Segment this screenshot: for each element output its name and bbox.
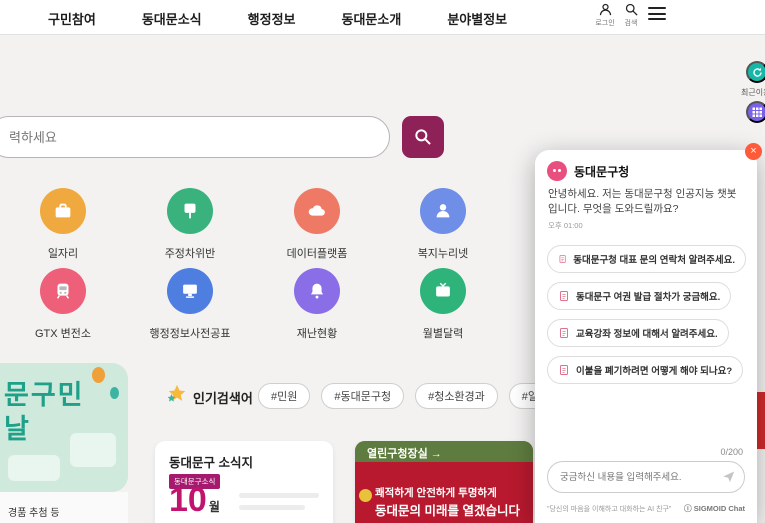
mayor-card-header[interactable]: 열린구청장실 → [355,441,533,462]
hamburger-menu-icon[interactable] [648,7,666,20]
chat-quick-reply-education[interactable]: 교육강좌 정보에 대해서 알려주세요. [547,319,729,347]
grid-icon [751,106,763,118]
chatbot-avatar-icon [547,161,567,181]
search-input[interactable] [0,116,390,158]
banner-footer: 경품 추첨 등 [0,492,128,523]
quick-link-monthly-calendar[interactable]: 월별달력 [388,268,498,341]
search-button[interactable] [402,116,444,158]
chatbot-footer-quote: "당신의 마음을 이해하고 대화하는 AI 친구" [547,504,671,514]
mayor-card-slogan-2: 동대문의 미래를 열겠습니다 [375,500,520,519]
chat-quick-reply-label: 동대문구청 대표 문의 연락처 알려주세요. [573,252,735,266]
chat-quick-reply-label: 동대문구 여권 발급 절차가 궁금해요. [576,289,720,303]
search-menu-button[interactable]: 검색 [618,2,644,28]
chatbot-panel: 동대문구청 안녕하세요. 저는 동대문구청 인공지능 챗봇입니다. 무엇을 도와… [535,150,757,523]
parking-sign-icon [167,188,213,234]
quick-link-label: GTX 변전소 [8,325,118,341]
mayor-card-slogan-1: 쾌적하게 안전하게 투명하게 [375,485,497,500]
quick-link-disaster-status[interactable]: 재난현황 [262,268,372,341]
send-button[interactable] [720,469,736,485]
login-label: 로그인 [595,18,614,28]
nav-item-by-field[interactable]: 분야별정보 [447,9,507,28]
star-icon [166,383,188,405]
tv-icon [420,268,466,314]
quick-link-jobs[interactable]: 일자리 [8,188,118,261]
quick-link-label: 행정정보사전공표 [135,325,245,341]
emblem-icon [359,489,372,502]
nav-item-administrative-info[interactable]: 행정정보 [248,9,296,28]
chatbot-title: 동대문구청 [574,163,629,180]
popular-search-title: 인기검색어 [193,388,253,407]
person-icon [598,2,613,17]
main-menu: 구민참여 동대문소식 행정정보 동대문소개 분야별정보 [48,9,507,28]
refresh-icon [751,66,764,79]
quick-link-welfare-net[interactable]: 복지누리넷 [388,188,498,261]
bell-icon [294,268,340,314]
balloon-icon [110,387,119,399]
newsletter-title: 동대문구 소식지 [169,452,253,471]
chat-message-input[interactable] [547,461,745,493]
chat-quick-reply-contact[interactable]: 동대문구청 대표 문의 연락처 알려주세요. [547,245,746,273]
document-icon [558,327,570,339]
mayor-office-card[interactable]: 열린구청장실 → 쾌적하게 안전하게 투명하게 동대문의 미래를 열겠습니다 [355,441,533,523]
chatbot-timestamp: 오후 01:00 [548,220,583,231]
quick-link-label: 복지누리넷 [388,245,498,261]
document-icon [558,290,570,302]
document-icon [558,364,570,376]
document-icon [558,253,567,265]
newsletter-skeleton-line [239,505,305,510]
newsletter-card[interactable]: 동대문구 소식지 동대문구소식 10 월 [155,441,333,523]
tag-dongdaemun-office[interactable]: #동대문구청 [321,383,404,409]
nav-item-news[interactable]: 동대문소식 [142,9,202,28]
monitor-icon [167,268,213,314]
newsletter-issue-number: 10 [169,483,207,517]
briefcase-icon [40,188,86,234]
search-icon [624,2,639,17]
quick-link-label: 일자리 [8,245,118,261]
person-icon [420,188,466,234]
banner-illustration [70,433,116,467]
nav-item-citizen-participation[interactable]: 구민참여 [48,9,96,28]
chat-quick-reply-passport[interactable]: 동대문구 여권 발급 절차가 궁금해요. [547,282,731,310]
quick-link-label: 재난현황 [262,325,372,341]
all-services-button[interactable] [746,101,765,123]
quick-link-gtx[interactable]: GTX 변전소 [8,268,118,341]
banner-title-line2: 날 [4,407,29,446]
quick-link-label: 데이터플랫폼 [262,245,372,261]
train-icon [40,268,86,314]
chatbot-greeting: 안녕하세요. 저는 동대문구청 인공지능 챗봇입니다. 무엇을 도와드릴까요? [548,187,745,217]
tag-minwon[interactable]: #민원 [258,383,310,409]
send-icon [721,469,736,484]
magnifier-icon [413,127,433,147]
top-nav: 구민참여 동대문소식 행정정보 동대문소개 분야별정보 로그인 검색 [0,0,765,35]
quick-link-label: 주정차위반 [135,245,245,261]
chat-quick-reply-disposal[interactable]: 이불을 폐기하려면 어떻게 해야 되나요? [547,356,743,384]
chatbot-footer: "당신의 마음을 이해하고 대화하는 AI 친구" ⓘ SIGMOID Chat [547,503,745,514]
char-counter: 0/200 [720,447,743,457]
citizen-day-banner[interactable]: 문구민 날 [0,363,128,492]
chat-quick-reply-label: 교육강좌 정보에 대해서 알려주세요. [576,326,718,340]
chatbot-close-button[interactable]: × [745,143,762,160]
nav-item-about[interactable]: 동대문소개 [342,9,402,28]
chatbot-brand: ⓘ SIGMOID Chat [684,503,745,514]
balloon-icon [92,367,105,383]
quick-link-public-disclosure[interactable]: 행정정보사전공표 [135,268,245,341]
chatbot-header: 동대문구청 [547,161,629,181]
page: 구민참여 동대문소식 행정정보 동대문소개 분야별정보 로그인 검색 최근이용 … [0,0,765,523]
search-label: 검색 [625,18,638,28]
tag-cleaning-environment[interactable]: #청소환경과 [415,383,498,409]
quick-link-parking-violation[interactable]: 주정차위반 [135,188,245,261]
newsletter-skeleton-line [239,493,319,498]
chat-quick-reply-label: 이불을 폐기하려면 어떻게 해야 되나요? [576,363,732,377]
recent-used-button[interactable] [746,61,765,83]
banner-note: 경품 추첨 등 [8,504,60,519]
newsletter-issue-suffix: 월 [209,498,220,515]
banner-illustration [8,455,60,481]
recent-used-label: 최근이용 [741,87,765,98]
login-button[interactable]: 로그인 [592,2,618,28]
edge-banner-sliver [757,392,765,449]
quick-link-data-platform[interactable]: 데이터플랫폼 [262,188,372,261]
quick-link-label: 월별달력 [388,325,498,341]
cloud-icon [294,188,340,234]
